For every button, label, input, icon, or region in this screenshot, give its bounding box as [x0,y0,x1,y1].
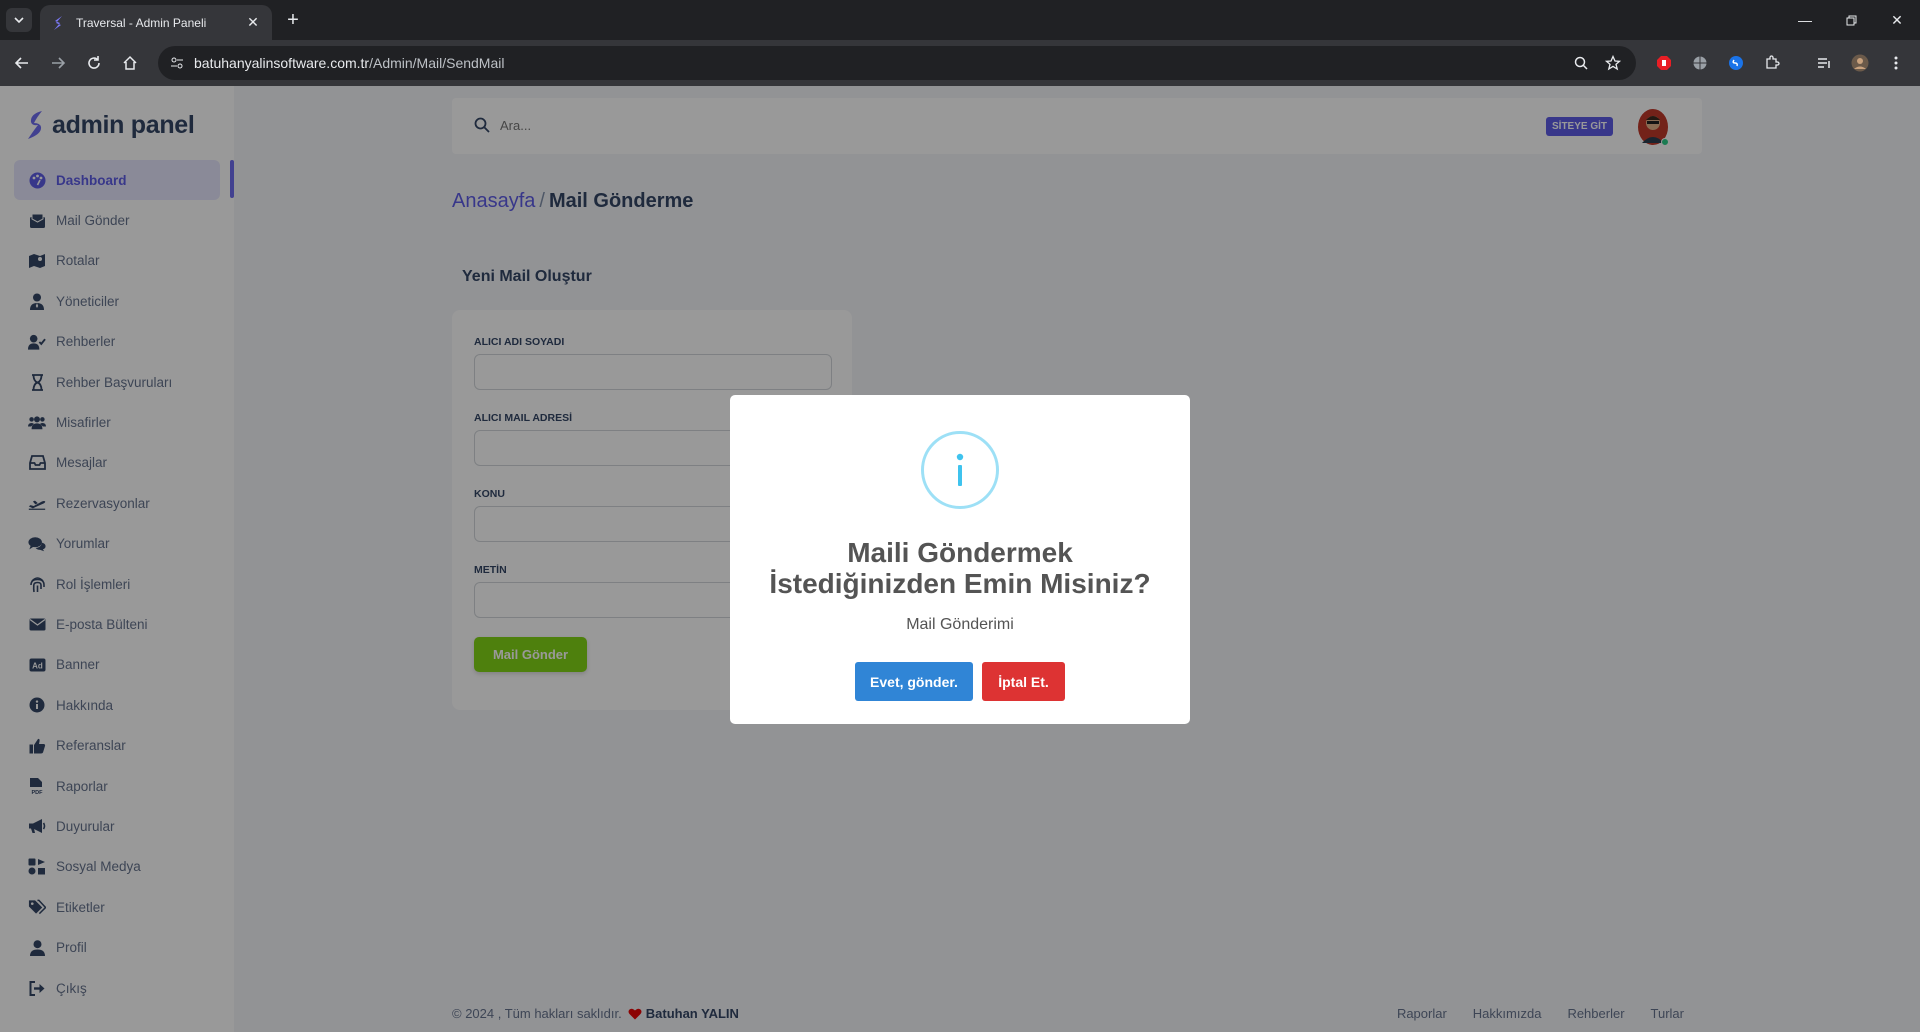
dialog-title: Maili Göndermek İstediğinizden Emin Misi… [769,537,1151,599]
restore-icon [1846,15,1856,25]
confirm-dialog: Maili Göndermek İstediğinizden Emin Misi… [730,395,1190,724]
browser-tab[interactable]: Traversal - Admin Paneli ✕ [40,5,272,40]
arrow-right-icon [52,57,66,69]
home-button[interactable] [118,51,142,75]
profile-avatar-icon[interactable] [1848,51,1872,75]
extension-shazam-icon[interactable] [1724,51,1748,75]
address-bar[interactable]: batuhanyalinsoftware.com.tr/Admin/Mail/S… [158,46,1636,80]
dialog-text: Mail Gönderimi [906,616,1014,633]
browser-toolbar: batuhanyalinsoftware.com.tr/Admin/Mail/S… [0,40,1920,86]
cancel-button[interactable]: İptal Et. [982,662,1065,701]
bookmark-star-icon[interactable] [1604,54,1622,72]
extension-adblock-icon[interactable] [1652,51,1676,75]
browser-tab-strip: Traversal - Admin Paneli ✕ + — ✕ [0,0,1920,40]
chevron-down-icon [14,17,24,24]
close-window-button[interactable]: ✕ [1874,0,1920,40]
reload-icon [88,56,100,69]
url-path: /Admin/Mail/SendMail [369,55,505,71]
extensions-puzzle-icon[interactable] [1760,51,1784,75]
extension-globe-icon[interactable] [1688,51,1712,75]
favicon-icon [50,15,66,31]
forward-button[interactable] [46,51,70,75]
confirm-send-button[interactable]: Evet, gönder. [855,662,973,701]
back-button[interactable] [10,51,34,75]
tab-title: Traversal - Admin Paneli [76,15,207,30]
reload-button[interactable] [82,51,106,75]
minimize-button[interactable]: — [1782,0,1828,40]
new-tab-button[interactable]: + [282,9,304,31]
arrow-left-icon [14,57,28,69]
home-icon [123,55,137,70]
close-tab-icon[interactable]: ✕ [244,14,262,31]
browser-menu-icon[interactable] [1884,51,1908,75]
reading-list-icon[interactable] [1812,51,1836,75]
url-host: batuhanyalinsoftware.com.tr [194,55,370,71]
info-icon [921,431,999,509]
site-settings-icon[interactable] [168,54,186,72]
tab-search-button[interactable] [6,8,32,32]
window-controls: — ✕ [1782,0,1920,40]
zoom-icon[interactable] [1572,54,1590,72]
restore-button[interactable] [1828,0,1874,40]
url-text: batuhanyalinsoftware.com.tr/Admin/Mail/S… [194,55,504,71]
